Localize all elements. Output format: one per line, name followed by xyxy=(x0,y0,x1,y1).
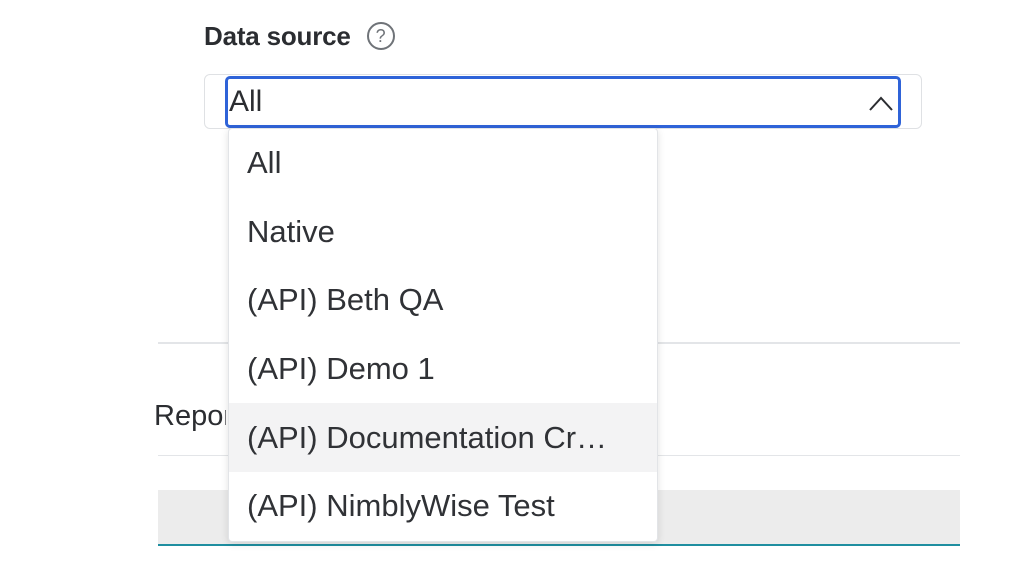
option-native[interactable]: Native xyxy=(229,198,657,267)
option-api-beth-qa[interactable]: (API) Beth QA xyxy=(229,266,657,335)
question-circle-icon[interactable]: ? xyxy=(366,22,395,50)
option-api-nimblywise-test[interactable]: (API) NimblyWise Test xyxy=(229,472,657,541)
select-value: All xyxy=(229,85,263,118)
option-all[interactable]: All xyxy=(229,129,657,198)
data-source-dropdown: All Native (API) Beth QA (API) Demo 1 (A… xyxy=(228,128,658,542)
page: Repor Data source ? All All Native (API)… xyxy=(0,0,1024,576)
option-api-demo-1[interactable]: (API) Demo 1 xyxy=(229,335,657,404)
chevron-up-icon[interactable] xyxy=(868,93,894,113)
data-source-select[interactable]: All xyxy=(225,76,901,128)
data-source-label: Data source xyxy=(204,20,351,51)
option-api-documentation[interactable]: (API) Documentation Cr… xyxy=(229,403,657,472)
data-source-label-row: Data source ? xyxy=(204,20,395,52)
accent-line xyxy=(158,544,960,546)
report-row-label: Repor xyxy=(154,400,226,432)
